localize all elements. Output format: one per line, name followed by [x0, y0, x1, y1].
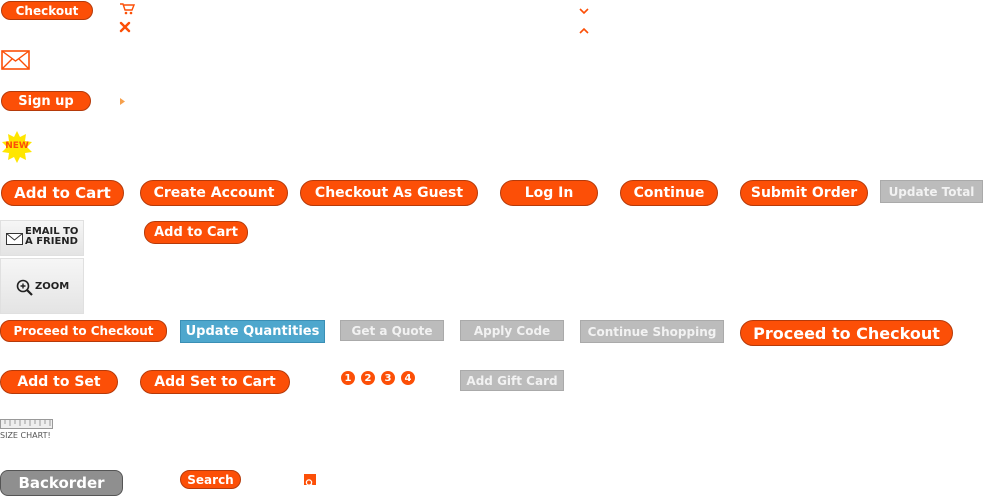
email-to-friend-button[interactable]: EMAIL TO A FRIEND [0, 220, 84, 256]
update-quantities-button[interactable]: Update Quantities [180, 320, 325, 343]
search-icon[interactable] [304, 474, 316, 489]
continue-shopping-button[interactable]: Continue Shopping [580, 320, 724, 343]
create-account-button[interactable]: Create Account [140, 180, 288, 206]
new-badge: NEW [1, 131, 33, 163]
zoom-magnifier-icon [16, 279, 34, 297]
zoom-button[interactable]: ZOOM [0, 258, 84, 314]
zoom-label: ZOOM [35, 281, 70, 292]
step-1[interactable]: 1 [341, 371, 355, 385]
step-3[interactable]: 3 [381, 371, 395, 385]
step-2[interactable]: 2 [361, 371, 375, 385]
update-total-button[interactable]: Update Total [880, 180, 983, 203]
add-set-to-cart-button[interactable]: Add Set to Cart [140, 370, 290, 394]
sign-up-button[interactable]: Sign up [1, 91, 91, 111]
size-chart-label: SIZE CHART! [0, 431, 51, 440]
continue-button[interactable]: Continue [620, 180, 718, 206]
email-label-line2: A FRIEND [25, 236, 78, 247]
add-to-cart-button[interactable]: Add to Cart [1, 180, 124, 206]
checkout-as-guest-button[interactable]: Checkout As Guest [300, 180, 478, 206]
get-a-quote-button[interactable]: Get a Quote [340, 320, 444, 341]
add-to-cart-small-button[interactable]: Add to Cart [144, 221, 248, 244]
chevron-up-icon[interactable] [579, 19, 589, 34]
step-4[interactable]: 4 [401, 371, 415, 385]
cart-icon[interactable] [119, 0, 136, 15]
envelope-icon [6, 230, 23, 245]
proceed-to-checkout-large-button[interactable]: Proceed to Checkout [740, 320, 953, 346]
checkout-button[interactable]: Checkout [1, 1, 93, 20]
envelope-icon[interactable] [1, 50, 30, 70]
arrow-right-icon [120, 90, 125, 105]
chevron-down-icon[interactable] [579, 0, 589, 15]
email-to-friend-label: EMAIL TO A FRIEND [25, 227, 78, 247]
add-to-set-button[interactable]: Add to Set [0, 370, 118, 394]
add-gift-card-button[interactable]: Add Gift Card [460, 370, 564, 391]
backorder-button[interactable]: Backorder [0, 470, 123, 496]
ruler-icon [0, 419, 53, 429]
apply-code-button[interactable]: Apply Code [460, 320, 564, 341]
log-in-button[interactable]: Log In [500, 180, 598, 206]
proceed-to-checkout-small-button[interactable]: Proceed to Checkout [0, 320, 167, 342]
new-badge-label: NEW [5, 141, 29, 151]
size-chart-link[interactable]: SIZE CHART! [0, 419, 56, 443]
close-icon[interactable] [119, 18, 131, 33]
search-button[interactable]: Search [180, 470, 241, 489]
submit-order-button[interactable]: Submit Order [740, 180, 868, 206]
